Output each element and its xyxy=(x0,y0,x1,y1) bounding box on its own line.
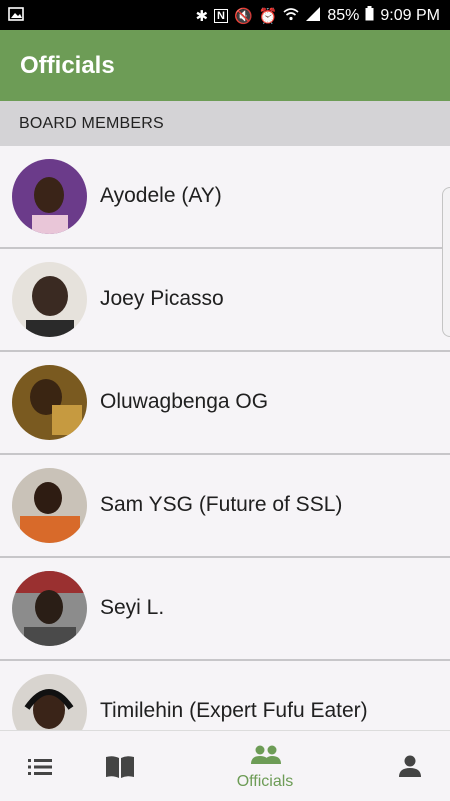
avatar xyxy=(12,159,87,234)
nav-label-officials: Officials xyxy=(236,773,294,790)
nav-item-profile[interactable] xyxy=(370,731,450,801)
bottom-navigation: Officials xyxy=(0,730,450,801)
mute-icon: 🔇 xyxy=(234,7,253,25)
page-title: Officials xyxy=(20,52,115,79)
status-bar: ✱ N 🔇 ⏰ 85% 9:09 PM xyxy=(0,0,450,30)
avatar xyxy=(12,468,87,543)
member-name: Ayodele (AY) xyxy=(100,184,222,207)
list-icon xyxy=(28,758,52,781)
member-name: Sam YSG (Future of SSL) xyxy=(100,493,343,516)
members-list[interactable]: Ayodele (AY) Joey Picasso Oluwagbenga OG xyxy=(0,146,450,730)
nav-item-list[interactable] xyxy=(0,731,80,801)
list-item[interactable]: Joey Picasso xyxy=(0,249,450,352)
alarm-icon: ⏰ xyxy=(258,7,278,25)
battery-icon xyxy=(365,6,374,25)
gallery-notification-icon xyxy=(8,6,24,26)
member-name: Seyi L. xyxy=(100,596,165,619)
member-name: Timilehin (Expert Fufu Eater) xyxy=(100,699,368,722)
section-header-label: BOARD MEMBERS xyxy=(19,115,164,132)
nfc-icon: N xyxy=(214,8,228,23)
nav-item-book[interactable] xyxy=(80,731,160,801)
member-name: Joey Picasso xyxy=(100,287,224,310)
section-header: BOARD MEMBERS xyxy=(0,101,450,146)
signal-icon xyxy=(305,6,321,25)
battery-percent: 85% xyxy=(327,6,360,24)
avatar xyxy=(12,674,87,730)
list-item[interactable]: Sam YSG (Future of SSL) xyxy=(0,455,450,558)
list-item[interactable]: Ayodele (AY) xyxy=(0,146,450,249)
list-item[interactable]: Seyi L. xyxy=(0,558,450,661)
scroll-indicator[interactable] xyxy=(442,187,450,337)
app-bar: Officials xyxy=(0,30,450,101)
avatar xyxy=(12,262,87,337)
bluetooth-icon: ✱ xyxy=(195,7,209,25)
person-icon xyxy=(399,755,421,782)
list-item[interactable]: Oluwagbenga OG xyxy=(0,352,450,455)
avatar xyxy=(12,571,87,646)
avatar xyxy=(12,365,87,440)
nav-item-officials[interactable]: Officials xyxy=(220,731,310,801)
people-icon xyxy=(251,745,281,770)
member-name: Oluwagbenga OG xyxy=(100,390,269,413)
book-icon xyxy=(105,755,135,784)
list-item[interactable]: Timilehin (Expert Fufu Eater) xyxy=(0,661,450,730)
wifi-icon xyxy=(283,7,299,25)
clock: 9:09 PM xyxy=(380,6,440,24)
